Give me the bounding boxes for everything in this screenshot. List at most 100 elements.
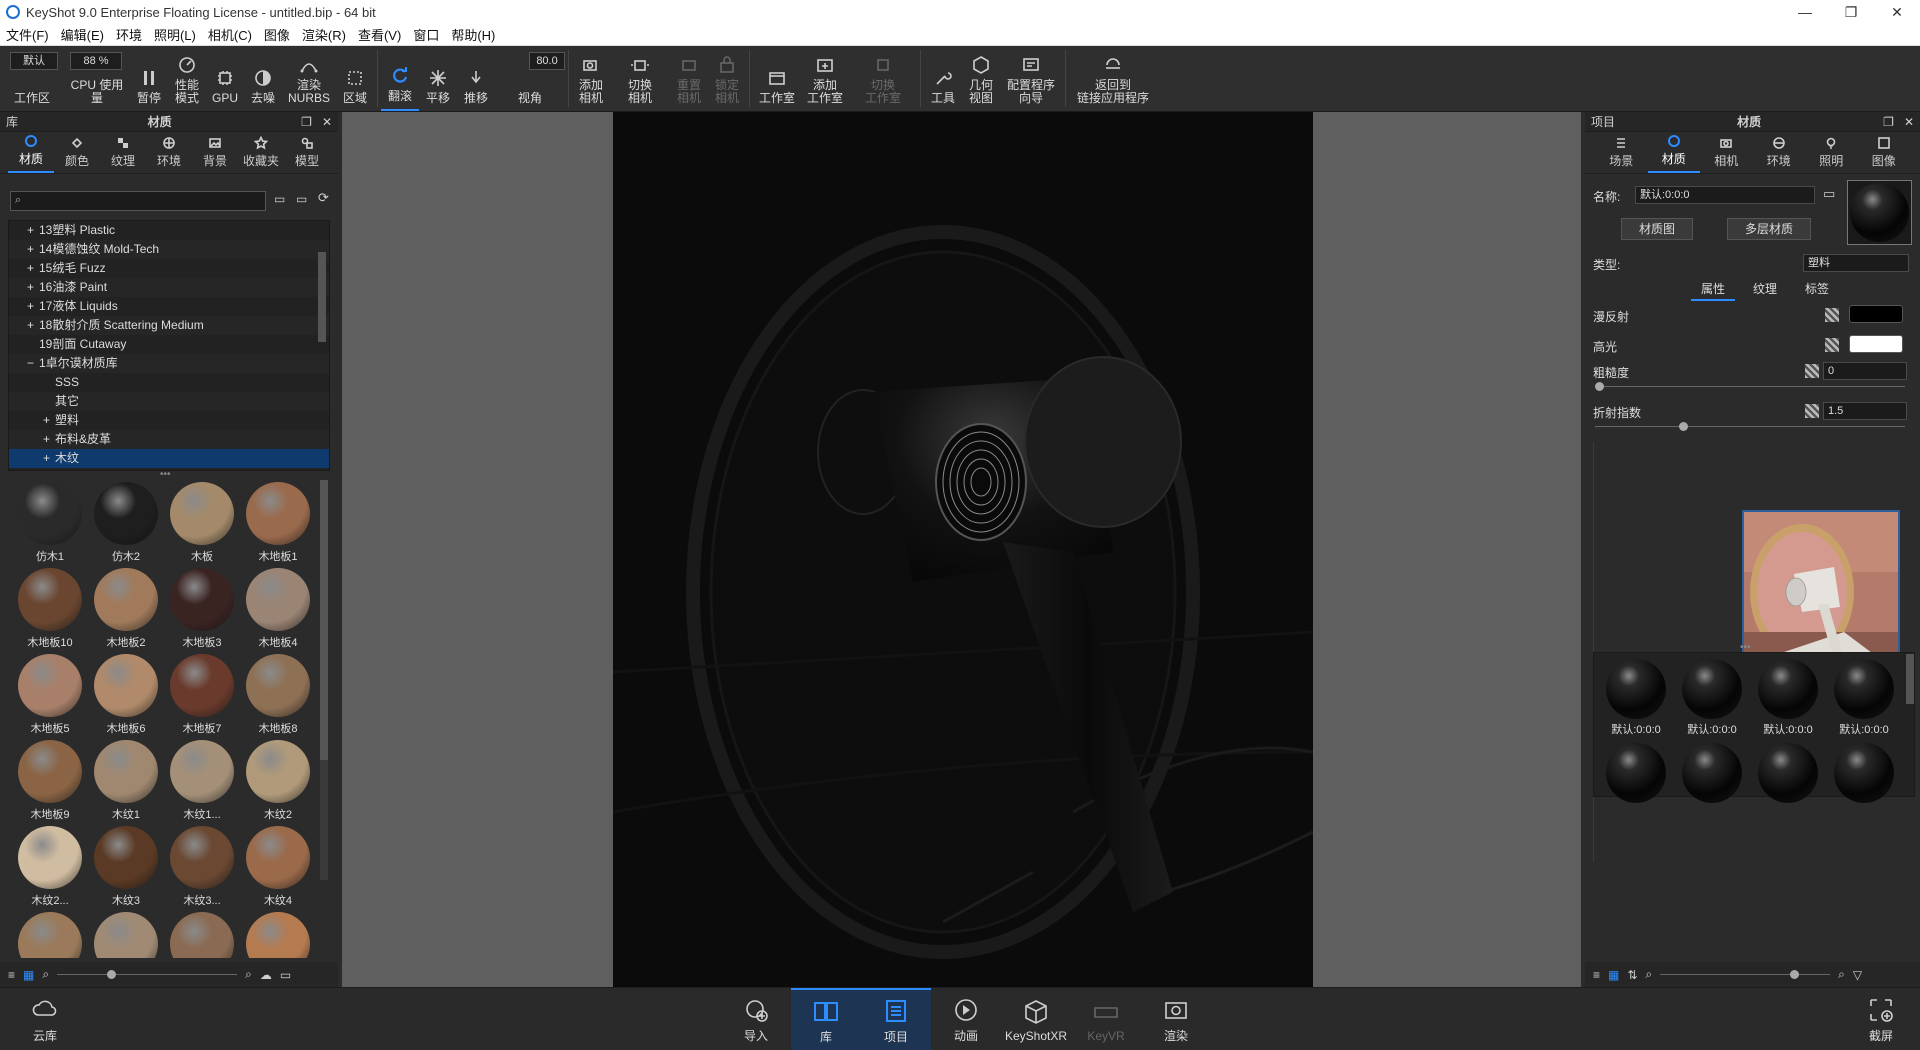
tab-backplates[interactable]: 背景 — [192, 132, 238, 173]
roughness-slider-knob[interactable] — [1595, 382, 1604, 391]
switch-camera-button[interactable]: 切换 相机 — [610, 46, 670, 111]
close-panel-icon[interactable]: ✕ — [1904, 115, 1914, 129]
menu-environment[interactable]: 环境 — [110, 25, 148, 44]
scene-material-swatch[interactable] — [1758, 659, 1818, 719]
tab-textures[interactable]: 纹理 — [100, 132, 146, 173]
tree-item[interactable]: −1卓尔谟材质库 — [9, 354, 329, 373]
tree-item[interactable]: +15绒毛 Fuzz — [9, 259, 329, 278]
refresh-icon[interactable]: ⟳ — [318, 190, 329, 206]
menu-window[interactable]: 窗口 — [407, 25, 445, 44]
material-thumbnail[interactable]: 木地板2 — [88, 566, 164, 650]
ior-slider-knob[interactable] — [1678, 422, 1688, 431]
dolly-button[interactable]: 推移 — [457, 46, 495, 111]
material-thumbnail[interactable]: 木纹2... — [12, 824, 88, 908]
scene-material-swatch[interactable] — [1758, 743, 1818, 803]
pause-button[interactable]: 暂停 — [130, 46, 168, 111]
geometry-view-button[interactable]: 几何 视图 — [962, 46, 1000, 111]
scene-material-swatch[interactable] — [1606, 743, 1666, 803]
library-button[interactable]: 库 — [791, 988, 861, 1050]
lock-camera-button[interactable]: 锁定 相机 — [708, 46, 746, 111]
performance-mode-button[interactable]: 性能 模式 — [168, 46, 206, 111]
animation-button[interactable]: 动画 — [931, 988, 1001, 1050]
material-thumbnail[interactable]: 木纹3... — [164, 824, 240, 908]
subtab-properties[interactable]: 属性 — [1691, 280, 1736, 301]
material-thumbnail[interactable]: 木纹4 — [240, 824, 316, 908]
zoom-field[interactable]: 88 % — [70, 52, 122, 70]
zoom-out-icon[interactable]: ⌕ — [1645, 967, 1652, 982]
tab-camera[interactable]: 相机 — [1700, 132, 1753, 173]
scene-material-swatch[interactable] — [1682, 743, 1742, 803]
thumbnail-size-slider[interactable] — [57, 969, 238, 980]
keyshotxr-button[interactable]: KeyShotXR — [1001, 988, 1071, 1050]
tab-models[interactable]: 模型 — [284, 132, 330, 173]
tree-item[interactable]: SSS — [9, 373, 329, 392]
render-button[interactable]: 渲染 — [1141, 988, 1211, 1050]
tab-environments[interactable]: 环境 — [146, 132, 192, 173]
tree-item[interactable]: +17液体 Liquids — [9, 297, 329, 316]
screenshot-button[interactable]: 截屏 — [1846, 988, 1916, 1050]
scene-material-swatch[interactable] — [1682, 659, 1742, 719]
add-camera-button[interactable]: 添加 相机 — [572, 46, 610, 111]
ior-slider[interactable] — [1595, 426, 1905, 427]
menu-image[interactable]: 图像 — [258, 25, 296, 44]
multi-material-button[interactable]: 多层材质 — [1727, 218, 1811, 240]
material-thumbnail[interactable]: 木纹1... — [164, 738, 240, 822]
tree-expander-icon[interactable]: + — [27, 259, 39, 278]
specular-texture-icon[interactable] — [1825, 338, 1839, 352]
subtab-textures[interactable]: 纹理 — [1743, 280, 1787, 297]
tree-expander-icon[interactable]: + — [27, 240, 39, 259]
menu-render[interactable]: 渲染(R) — [296, 25, 352, 44]
roughness-input[interactable]: 0 — [1823, 362, 1907, 380]
zoom-in-icon[interactable]: ⌕ — [245, 967, 252, 982]
specular-color-swatch[interactable] — [1849, 335, 1903, 353]
tree-expander-icon[interactable]: + — [27, 316, 39, 335]
tab-lighting[interactable]: 照明 — [1805, 132, 1858, 173]
ior-texture-icon[interactable] — [1805, 404, 1819, 418]
tab-material[interactable]: 材质 — [1647, 132, 1700, 173]
undock-icon[interactable]: ❐ — [1883, 115, 1894, 129]
tree-expander-icon[interactable]: − — [27, 354, 39, 373]
workspace-button[interactable]: 默认 工作区 — [0, 46, 64, 111]
return-to-linked-app-button[interactable]: 返回到 链接应用程序 — [1069, 46, 1157, 111]
splitter-handle[interactable]: ••• — [160, 469, 171, 480]
menu-help[interactable]: 帮助(H) — [445, 25, 501, 44]
tree-expander-icon[interactable]: + — [27, 221, 39, 240]
list-view-icon[interactable]: ≡ — [8, 968, 15, 982]
render-nurbs-button[interactable]: 渲染 NURBS — [282, 46, 336, 111]
scene-material-swatch[interactable] — [1834, 743, 1894, 803]
studio-button[interactable]: 工作室 — [753, 46, 801, 111]
material-thumbnail[interactable] — [12, 910, 88, 958]
tree-item[interactable]: + 塑料 — [9, 411, 329, 430]
keyvr-button[interactable]: KeyVR — [1071, 988, 1141, 1050]
tab-colors[interactable]: 颜色 — [54, 132, 100, 173]
material-graph-button[interactable]: 材质图 — [1621, 218, 1693, 240]
project-grid-scrollbar[interactable] — [1906, 654, 1914, 704]
tree-expander-icon[interactable]: + — [27, 297, 39, 316]
close-panel-icon[interactable]: ✕ — [322, 115, 332, 129]
add-studio-button[interactable]: 添加 工作室 — [801, 46, 849, 111]
project-button[interactable]: 项目 — [861, 988, 931, 1050]
tools-button[interactable]: 工具 — [924, 46, 962, 111]
restore-button[interactable]: ❐ — [1828, 0, 1874, 24]
fov-field[interactable]: 80.0 — [529, 52, 566, 70]
menu-camera[interactable]: 相机(C) — [202, 25, 258, 44]
scene-material-swatch[interactable] — [1606, 659, 1666, 719]
tab-materials[interactable]: 材质 — [8, 132, 54, 173]
save-material-icon[interactable]: ▭ — [1823, 186, 1835, 202]
menu-lighting[interactable]: 照明(L) — [148, 25, 202, 44]
tab-environment[interactable]: 环境 — [1753, 132, 1806, 173]
tree-expander-icon[interactable]: + — [43, 430, 55, 449]
material-type-select[interactable]: 塑料 — [1803, 254, 1909, 272]
material-thumbnail[interactable]: 仿木2 — [88, 480, 164, 564]
tree-item[interactable]: +14模德蚀纹 Mold-Tech — [9, 240, 329, 259]
folder-add-icon[interactable]: ▭ — [296, 192, 307, 206]
tab-scene[interactable]: 场景 — [1595, 132, 1648, 173]
minimize-button[interactable]: — — [1782, 0, 1828, 24]
grid-scrollbar[interactable] — [320, 480, 328, 880]
tree-item[interactable]: +13塑料 Plastic — [9, 221, 329, 240]
thumbnail-size-slider[interactable] — [1660, 969, 1831, 980]
tab-image[interactable]: 图像 — [1858, 132, 1911, 173]
diffuse-texture-icon[interactable] — [1825, 308, 1839, 322]
import-button[interactable]: 导入 — [721, 988, 791, 1050]
tree-expander-icon[interactable]: + — [43, 411, 55, 430]
